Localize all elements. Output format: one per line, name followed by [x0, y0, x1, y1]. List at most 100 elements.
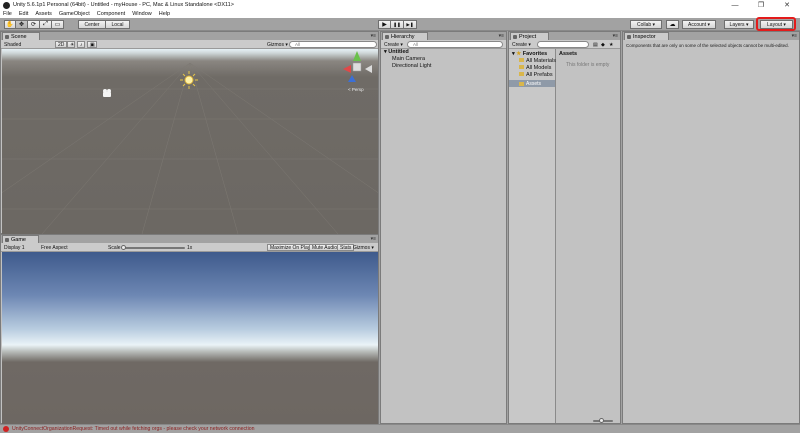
hand-tool-icon[interactable]: ✋: [4, 20, 16, 29]
favorite-all-models[interactable]: All Models: [519, 65, 551, 71]
inspector-panel: Inspector ▾≡ Components that are only on…: [622, 31, 800, 424]
hierarchy-tab-icon: [385, 35, 389, 39]
game-tab-label: Game: [11, 236, 26, 243]
project-create-dropdown[interactable]: Create ▾: [512, 41, 531, 48]
move-tool-icon[interactable]: ✥: [16, 20, 28, 29]
inspector-tab-icon: [627, 35, 631, 39]
game-viewport[interactable]: [2, 252, 378, 424]
menu-help[interactable]: Help: [159, 11, 170, 17]
pivot-center-button[interactable]: Center: [78, 20, 106, 29]
camera-icon: [103, 89, 111, 97]
panel-menu-icon[interactable]: ▾≡: [371, 236, 376, 242]
playback-controls: ▶ ❚❚ ▶❚: [378, 20, 417, 29]
panel-menu-icon[interactable]: ▾≡: [792, 33, 797, 39]
filter-label-icon[interactable]: ◆: [601, 41, 605, 48]
menu-component[interactable]: Component: [97, 11, 125, 17]
account-group: Account ▾: [682, 20, 716, 29]
favorite-all-materials[interactable]: All Materials: [519, 58, 556, 64]
shading-mode-dropdown[interactable]: Shaded: [4, 41, 21, 48]
scene-search-input[interactable]: All: [289, 41, 377, 48]
cloud-icon[interactable]: ☁: [666, 20, 679, 29]
effects-toggle-icon[interactable]: ▣: [87, 41, 97, 48]
step-button[interactable]: ▶❚: [404, 20, 417, 29]
hierarchy-tab-label: Hierarchy: [391, 33, 415, 40]
rect-tool-icon[interactable]: ▭: [52, 20, 64, 29]
aspect-dropdown[interactable]: Free Aspect: [41, 244, 68, 251]
scene-root-item[interactable]: ▾ Untitled: [384, 49, 409, 55]
restore-button[interactable]: ❐: [748, 0, 774, 10]
account-dropdown[interactable]: Account ▾: [682, 20, 716, 29]
panel-menu-icon[interactable]: ▾≡: [371, 33, 376, 39]
hierarchy-create-dropdown[interactable]: Create ▾: [384, 41, 403, 48]
panel-menu-icon[interactable]: ▾≡: [499, 33, 504, 39]
maximize-on-play-toggle[interactable]: Maximize On Play: [267, 244, 314, 251]
favorite-all-models-label: All Models: [526, 65, 552, 71]
menu-file[interactable]: File: [3, 11, 12, 17]
hierarchy-search-input[interactable]: All: [407, 41, 503, 48]
play-button[interactable]: ▶: [378, 20, 391, 29]
scene-panel: Scene ▾≡ Shaded 2D ☀ ♪ ▣ Gizmos ▾ All < …: [0, 31, 379, 234]
pivot-toggles: Center Local: [78, 20, 130, 29]
title-bar: Unity 5.6.1p1 Personal (64bit) - Untitle…: [0, 0, 800, 10]
pivot-local-button[interactable]: Local: [106, 20, 130, 29]
scale-tool-icon[interactable]: ⤢: [40, 20, 52, 29]
project-folder-tree: ▾ ★ Favorites All Materials All Models A…: [509, 49, 556, 423]
favorites-item[interactable]: ▾ ★ Favorites: [512, 51, 547, 57]
cloud-group: ☁: [666, 20, 679, 29]
scene-search-placeholder: All: [295, 42, 301, 47]
audio-toggle-icon[interactable]: ♪: [77, 41, 85, 48]
tab-scene[interactable]: Scene: [2, 32, 40, 40]
favorite-all-prefabs[interactable]: All Prefabs: [519, 72, 553, 78]
lighting-toggle-icon[interactable]: ☀: [67, 41, 75, 48]
search-folder-icon: [519, 58, 524, 62]
scale-slider[interactable]: [123, 247, 185, 249]
menu-edit[interactable]: Edit: [19, 11, 28, 17]
hierarchy-tab-strip: Hierarchy ▾≡: [381, 32, 506, 40]
tab-project[interactable]: Project: [510, 32, 550, 40]
tab-hierarchy[interactable]: Hierarchy: [382, 32, 428, 40]
project-tab-label: Project: [519, 33, 537, 40]
rotate-tool-icon[interactable]: ⟳: [28, 20, 40, 29]
scene-gizmos-dropdown[interactable]: Gizmos ▾: [267, 41, 288, 48]
display-dropdown[interactable]: Display 1: [4, 244, 25, 251]
filter-type-icon[interactable]: ▤: [593, 41, 598, 48]
stats-toggle[interactable]: Stats: [337, 244, 355, 251]
hierarchy-control-bar: Create ▾ All: [381, 40, 506, 49]
game-panel: Game ▾≡ Display 1 Free Aspect Scale 1x M…: [0, 234, 379, 424]
persp-label[interactable]: < Persp: [348, 87, 364, 92]
icon-size-slider-handle[interactable]: [599, 418, 604, 423]
tab-game[interactable]: Game: [2, 235, 39, 243]
unity-logo-icon: [3, 1, 10, 9]
hierarchy-search-placeholder: All: [413, 42, 419, 47]
assets-folder-label: Assets: [526, 80, 542, 87]
close-button[interactable]: ✕: [774, 0, 800, 10]
scene-viewport[interactable]: < Persp: [2, 49, 378, 234]
scene-root-label: Untitled: [388, 49, 409, 55]
pause-button[interactable]: ❚❚: [391, 20, 404, 29]
hierarchy-item-directional-light[interactable]: Directional Light: [392, 63, 431, 69]
favorite-all-prefabs-label: All Prefabs: [526, 72, 553, 78]
menu-window[interactable]: Window: [132, 11, 152, 17]
assets-folder-item[interactable]: Assets: [509, 80, 555, 87]
minimize-button[interactable]: —: [722, 0, 748, 10]
hierarchy-panel: Hierarchy ▾≡ Create ▾ All ▾ Untitled Mai…: [380, 31, 507, 424]
scene-tab-icon: [5, 35, 9, 39]
status-bar[interactable]: UnityConnectOrganizationRequest: Timed o…: [0, 424, 800, 433]
project-tab-icon: [513, 35, 517, 39]
collab-dropdown[interactable]: Collab ▾: [630, 20, 662, 29]
mode-2d-toggle[interactable]: 2D: [55, 41, 68, 48]
panel-menu-icon[interactable]: ▾≡: [613, 33, 618, 39]
layers-group: Layers ▾: [724, 20, 754, 29]
tab-inspector[interactable]: Inspector: [624, 32, 669, 40]
scene-control-bar: Shaded 2D ☀ ♪ ▣ Gizmos ▾ All: [1, 40, 378, 49]
favorite-star-icon[interactable]: ★: [609, 41, 613, 48]
game-gizmos-dropdown[interactable]: Gizmos ▾: [353, 244, 374, 251]
layers-dropdown[interactable]: Layers ▾: [724, 20, 754, 29]
menu-gameobject[interactable]: GameObject: [59, 11, 90, 17]
project-search-input[interactable]: [537, 41, 589, 48]
menu-assets[interactable]: Assets: [35, 11, 52, 17]
scale-slider-handle[interactable]: [121, 245, 126, 250]
hierarchy-item-main-camera[interactable]: Main Camera: [392, 56, 425, 62]
mute-audio-toggle[interactable]: Mute Audio: [309, 244, 341, 251]
directional-light-icon: [180, 71, 198, 89]
